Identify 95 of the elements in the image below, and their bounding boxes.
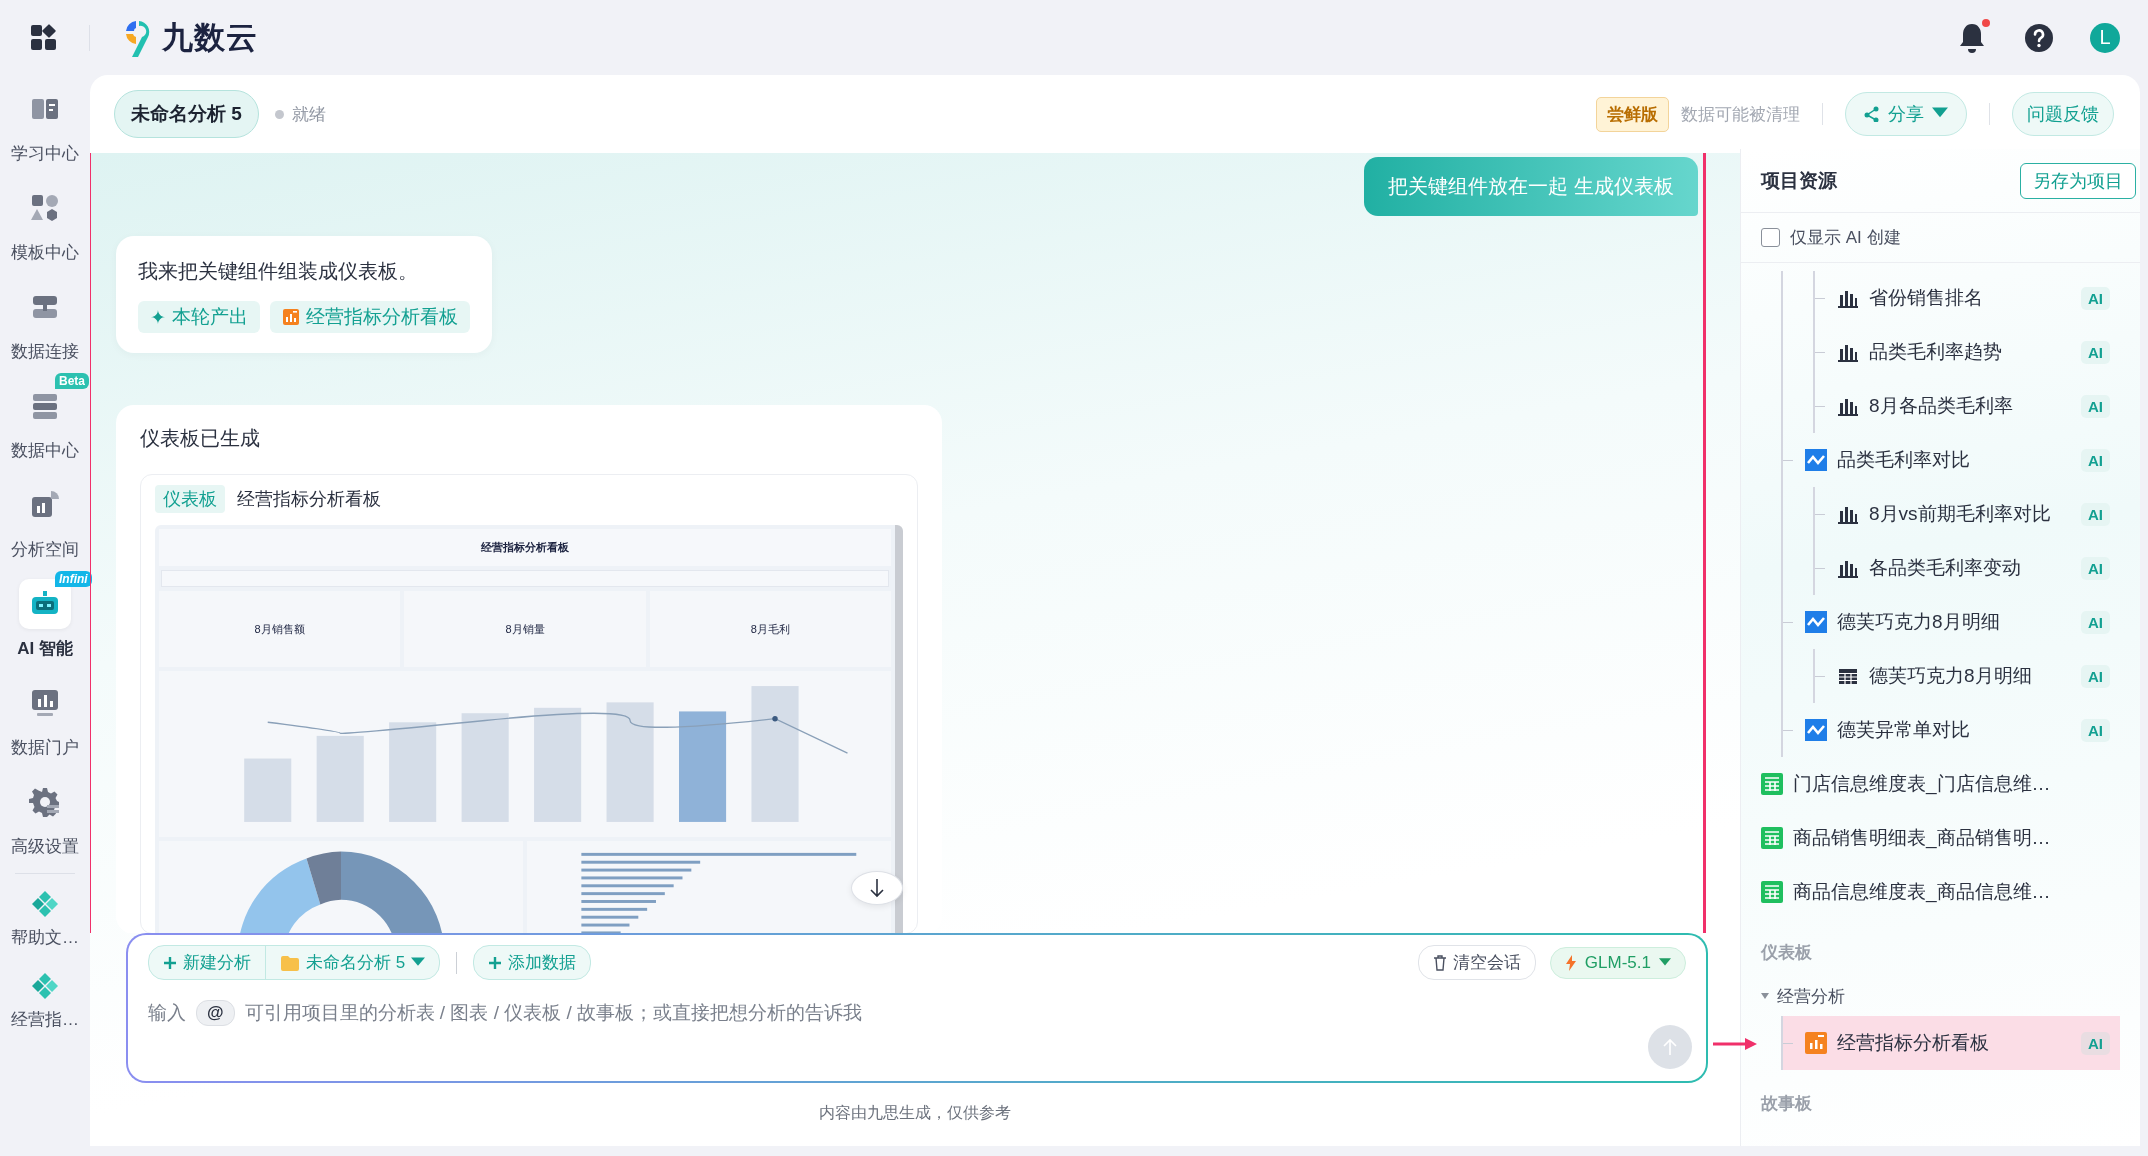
badge: Infini xyxy=(55,571,92,587)
lightning-icon xyxy=(1564,954,1577,971)
diamond-icon xyxy=(31,889,59,918)
kpi-label: 8月毛利 xyxy=(750,621,790,637)
kpi-label: 8月销售额 xyxy=(254,621,305,637)
preview-title: 经营指标分析看板 xyxy=(159,529,891,566)
ai-badge: AI xyxy=(2081,286,2110,310)
gear-icon xyxy=(29,786,61,818)
ai-badge: AI xyxy=(2081,718,2110,742)
section-title: 仪表板 xyxy=(1761,942,1813,964)
arrow-down-icon xyxy=(870,878,884,898)
dashboard-icon xyxy=(1805,1032,1827,1054)
sidebar-item[interactable]: 学习中心 xyxy=(0,75,90,174)
ai-badge: AI xyxy=(2081,502,2110,526)
output-label: ✦ 本轮产出 xyxy=(138,301,260,333)
resource-item[interactable]: 德芙巧克力8月明细 AI xyxy=(1815,649,2120,703)
mention-chip[interactable]: @ xyxy=(196,1000,235,1026)
hint-text: 可引用项目里的分析表 / 图表 / 仪表板 / 故事板；或直接把想分析的告诉我 xyxy=(244,1001,863,1025)
logo-text: 九数云 xyxy=(162,18,258,57)
ai-badge: AI xyxy=(2081,1031,2110,1055)
section-title: 故事板 xyxy=(1761,1093,1813,1115)
bar xyxy=(581,915,639,919)
spreadsheet-icon xyxy=(1761,881,1783,903)
clear-chat-button[interactable]: 清空会话 xyxy=(1417,945,1536,980)
ai-badge: AI xyxy=(2081,556,2110,580)
plus-icon xyxy=(488,955,503,970)
share-icon xyxy=(1864,106,1880,122)
sidebar-item[interactable]: 数据连接 xyxy=(0,273,90,372)
apps-icon xyxy=(30,23,58,52)
resource-item[interactable]: 德芙异常单对比 AI xyxy=(1783,703,2120,757)
edition-badge: 尝鲜版 xyxy=(1596,96,1669,132)
resource-item[interactable]: 8月各品类毛利率 AI xyxy=(1815,379,2120,433)
result-title: 仪表板已生成 xyxy=(140,426,261,451)
resource-item[interactable]: 门店信息维度表_门店信息维… xyxy=(1761,757,2120,811)
sparkle-text: ✦ xyxy=(150,305,166,329)
badge: Beta xyxy=(55,373,89,389)
resource-item[interactable]: 商品销售明细表_商品销售明… xyxy=(1761,811,2120,865)
sidebar-item[interactable]: Beta 数据中心 xyxy=(0,372,90,471)
checkbox-label: 仅显示 AI 创建 xyxy=(1790,227,1901,249)
kpi-label: 8月销量 xyxy=(505,621,545,637)
disclaimer-text: 内容由九思生成，仅供参考 xyxy=(818,1103,1012,1123)
resource-item[interactable]: 经营指标分析看板 AI xyxy=(1783,1016,2120,1070)
monitor-chart-icon xyxy=(29,687,61,719)
line-chart-icon xyxy=(1805,611,1827,633)
resource-item[interactable]: 品类毛利率对比 AI xyxy=(1783,433,2120,487)
ai-badge: AI xyxy=(2081,664,2110,688)
bar xyxy=(581,907,648,911)
resource-item[interactable]: 德芙巧克力8月明细 AI xyxy=(1783,595,2120,649)
status-dot xyxy=(274,109,284,119)
sidebar-item[interactable]: 模板中心 xyxy=(0,174,90,273)
session-title[interactable]: 未命名分析 5 xyxy=(114,90,259,138)
shapes-icon xyxy=(29,192,61,224)
sidebar-item[interactable]: 数据门户 xyxy=(0,669,90,768)
resource-item[interactable]: 各品类毛利率变动 AI xyxy=(1815,541,2120,595)
dashboard-icon xyxy=(281,308,300,326)
trash-icon xyxy=(1432,954,1447,971)
pinned-item[interactable]: 经营指… xyxy=(0,960,90,1042)
ai-badge: AI xyxy=(2081,340,2110,364)
spreadsheet-icon xyxy=(1761,773,1783,795)
ai-badge: AI xyxy=(2081,448,2110,472)
line-chart-icon xyxy=(1805,719,1827,741)
checkbox[interactable] xyxy=(1761,228,1780,247)
plus-icon xyxy=(163,955,177,970)
spreadsheet-icon xyxy=(1761,827,1783,849)
notice-text: 数据可能被清理 xyxy=(1681,103,1800,126)
diamond-icon xyxy=(31,971,59,1000)
bell-icon xyxy=(1958,21,1986,54)
line-chart-icon xyxy=(1805,449,1827,471)
resource-item[interactable]: 商品信息维度表_商品信息维… xyxy=(1761,865,2120,919)
bar xyxy=(244,758,292,822)
help-icon xyxy=(2024,22,2054,53)
resource-item[interactable]: 品类毛利率趋势 AI xyxy=(1815,325,2120,379)
type-tag: 仪表板 xyxy=(155,485,225,513)
user-message: 把关键组件放在一起 生成仪表板 xyxy=(1364,157,1698,216)
folder-item[interactable]: 经营分析 xyxy=(1761,976,2120,1016)
ai-badge: AI xyxy=(2081,394,2110,418)
ai-badge: AI xyxy=(2081,610,2110,634)
resource-item[interactable]: 8月vs前期毛利率对比 AI xyxy=(1815,487,2120,541)
panel-title: 项目资源 xyxy=(1761,168,1837,193)
sidebar-item[interactable]: 高级设置 xyxy=(0,768,90,867)
caret-icon xyxy=(1761,993,1769,999)
dashboard-name: 经营指标分析看板 xyxy=(237,488,381,511)
resource-item[interactable]: 省份销售排名 AI xyxy=(1815,271,2120,325)
arrow-icon xyxy=(1713,1038,1757,1050)
point xyxy=(772,715,778,722)
arrow-up-icon xyxy=(1662,1038,1678,1056)
status-text: 就绪 xyxy=(291,103,326,126)
bar xyxy=(581,923,630,927)
sidebar-item[interactable]: 分析空间 xyxy=(0,471,90,570)
prompt-text: 输入 xyxy=(148,1001,186,1025)
sidebar-item[interactable]: Infini AI 智能 xyxy=(0,570,90,669)
pinned-item[interactable]: 帮助文… xyxy=(0,878,90,960)
folder-icon xyxy=(280,954,300,971)
message-text: 我来把关键组件组装成仪表板。 xyxy=(138,259,419,284)
dashboard-card[interactable]: 仪表板 经营指标分析看板 经营指标分析看板 8月销售额 8月销量 8月毛利 xyxy=(140,474,918,933)
